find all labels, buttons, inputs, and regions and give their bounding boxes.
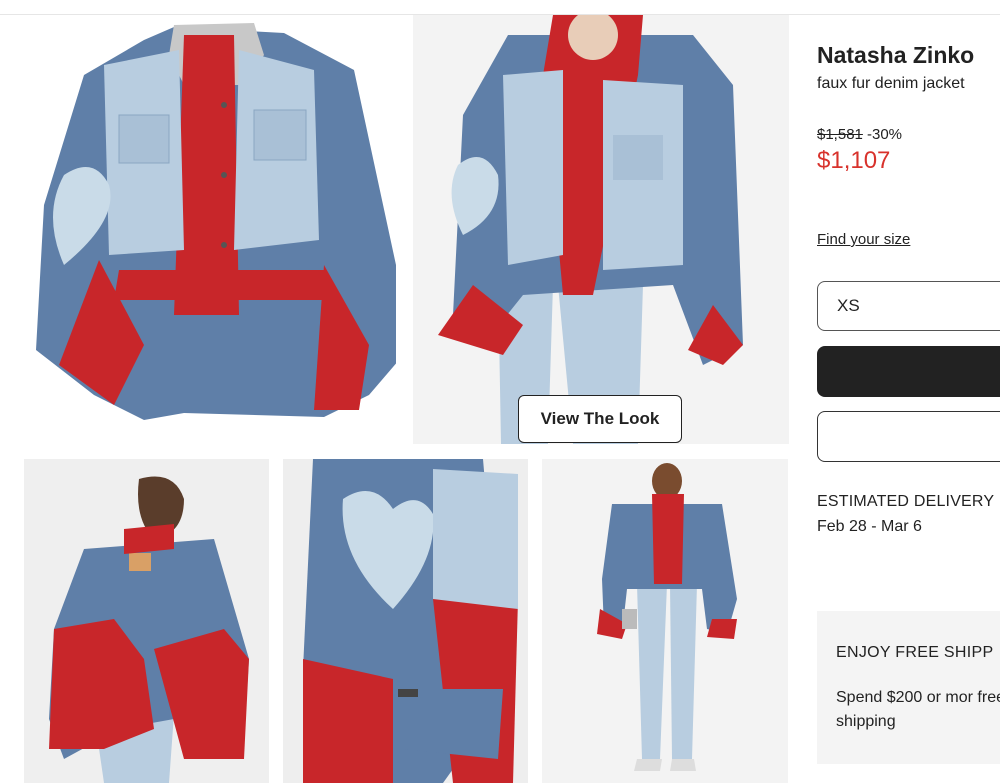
model-front-illustration (413, 15, 789, 444)
model-back-image[interactable] (24, 459, 269, 783)
model-full-illustration (542, 459, 788, 783)
free-shipping-text: Spend $200 or mor free shipping (836, 689, 1000, 730)
estimated-delivery-dates: Feb 28 - Mar 6 (817, 518, 922, 535)
discount-percent: -30% (867, 126, 903, 143)
product-info-panel: Natasha Zinko faux fur denim jacket $1,5… (817, 0, 1000, 783)
free-shipping-banner: ENJOY FREE SHIPP Spend $200 or mor free … (817, 611, 1000, 764)
add-to-bag-button[interactable] (817, 346, 1000, 397)
estimated-delivery-label: ESTIMATED DELIVERY (817, 493, 995, 510)
brand-name[interactable]: Natasha Zinko (817, 42, 974, 69)
size-select-value: XS (837, 296, 860, 315)
model-back-illustration (24, 459, 269, 783)
sleeve-detail-illustration (283, 459, 528, 783)
original-price: $1,581 (817, 126, 863, 143)
add-to-wishlist-button[interactable] (817, 411, 1000, 462)
find-your-size-link[interactable]: Find your size (817, 231, 910, 248)
product-name: faux fur denim jacket (817, 75, 965, 92)
model-front-image[interactable] (413, 15, 789, 444)
size-select[interactable]: XS (817, 281, 1000, 331)
free-shipping-title: ENJOY FREE SHIPP (836, 644, 994, 661)
sleeve-detail-image[interactable] (283, 459, 528, 783)
sale-price: $1,107 (817, 147, 891, 174)
product-gallery: View The Look (0, 15, 800, 783)
jacket-illustration (36, 23, 396, 420)
view-the-look-button[interactable]: View The Look (518, 395, 682, 443)
jacket-product-image[interactable] (24, 15, 396, 441)
model-full-length-image[interactable] (542, 459, 788, 783)
